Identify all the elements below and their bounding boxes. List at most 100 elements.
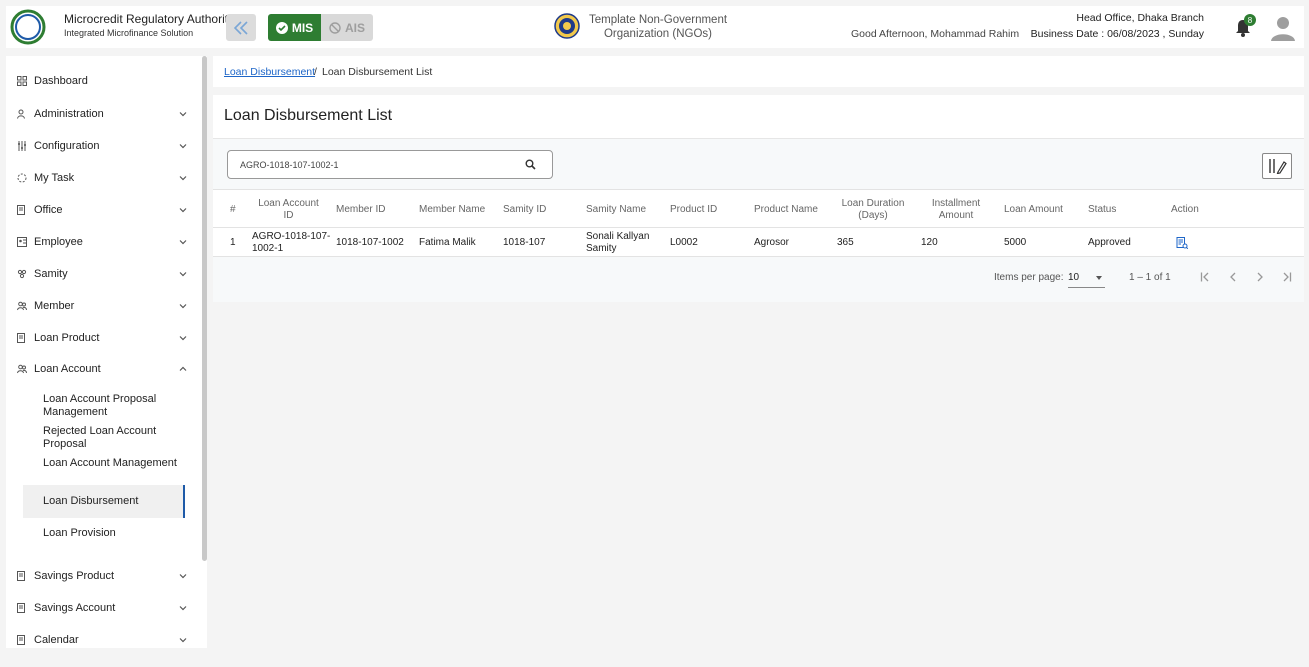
document-icon	[16, 602, 28, 614]
cell-no: 1	[230, 236, 236, 248]
column-header[interactable]: Loan Duration (Days)	[834, 190, 912, 229]
column-header[interactable]: Product ID	[670, 190, 730, 229]
breadcrumb-link-loan-disbursement[interactable]: Loan Disbursement	[224, 66, 315, 78]
column-header[interactable]: Installment Amount	[921, 190, 991, 229]
sliders-icon	[16, 140, 28, 152]
business-date: Business Date : 06/08/2023 , Sunday	[1030, 28, 1204, 40]
search-icon[interactable]	[525, 159, 536, 170]
chevron-left-icon	[1230, 272, 1236, 282]
page-range: 1 – 1 of 1	[1129, 272, 1171, 283]
ais-toggle-button[interactable]: AIS	[321, 14, 373, 41]
group-icon	[16, 268, 28, 280]
cell-installment: 120	[921, 236, 938, 248]
sidebar-item-label: Savings Product	[34, 570, 115, 582]
column-header[interactable]: Product Name	[754, 190, 826, 229]
column-header[interactable]: Loan Account ID	[253, 190, 324, 229]
org-name-line2: Organization (NGOs)	[603, 28, 712, 40]
sidebar-item-loan-product[interactable]: Loan Product	[16, 328, 188, 348]
chevron-down-icon	[179, 112, 187, 117]
paginator: Items per page: 10 1 – 1 of 1	[213, 258, 1304, 298]
column-header[interactable]: #	[230, 190, 242, 229]
people-icon	[16, 300, 28, 312]
sidebar-subitem-loan-account-management[interactable]: Loan Account Management	[43, 457, 183, 470]
chevron-down-icon	[179, 240, 187, 245]
column-header[interactable]: Member Name	[419, 190, 494, 229]
sidebar-item-configuration[interactable]: Configuration	[16, 136, 188, 156]
people-icon	[16, 363, 28, 375]
first-page-button[interactable]	[1199, 270, 1213, 284]
app-header: Microcredit Regulatory Authority Integra…	[6, 6, 1304, 48]
sidebar-item-label: Employee	[34, 236, 83, 248]
sidebar-subitem-loan-disbursement[interactable]: Loan Disbursement	[43, 495, 183, 508]
document-icon	[16, 204, 28, 216]
column-header[interactable]: Member ID	[336, 190, 406, 229]
sidebar-item-label: Configuration	[34, 140, 100, 152]
previous-page-button[interactable]	[1226, 270, 1240, 284]
sidebar-item-dashboard[interactable]: Dashboard	[16, 71, 188, 91]
document-icon	[16, 570, 28, 582]
chevron-down-icon	[179, 606, 187, 611]
cell-samity-name: Sonali Kallyan Samity	[586, 230, 650, 254]
sidebar-subitem-loan-account-proposal-management[interactable]: Loan Account Proposal Management	[43, 393, 183, 419]
sidebar-item-label: Savings Account	[34, 602, 116, 614]
sidebar-item-savings-product[interactable]: Savings Product	[16, 566, 188, 586]
collapse-sidebar-button[interactable]	[226, 14, 256, 41]
sidebar-scrollbar[interactable]	[202, 56, 207, 561]
table-header: # Loan Account ID Member ID Member Name …	[213, 189, 1304, 228]
column-header[interactable]: Loan Amount	[1004, 190, 1074, 229]
sidebar-item-loan-account[interactable]: Loan Account	[16, 359, 188, 379]
cell-samity-id: 1018-107	[503, 236, 546, 248]
card-header: Loan Disbursement List	[213, 95, 1304, 139]
cell-member-id: 1018-107-1002	[336, 236, 404, 248]
id-card-icon	[16, 236, 28, 248]
sidebar-item-label: Office	[34, 204, 63, 216]
sidebar-item-calendar[interactable]: Calendar	[16, 630, 188, 648]
chevron-down-icon	[179, 208, 187, 213]
sidebar-item-employee[interactable]: Employee	[16, 232, 188, 252]
chevron-down-icon	[179, 336, 187, 341]
sidebar-item-label: Dashboard	[34, 75, 88, 87]
sidebar-item-samity[interactable]: Samity	[16, 264, 188, 284]
branch-name: Head Office, Dhaka Branch	[1076, 12, 1204, 24]
view-details-icon[interactable]	[1176, 236, 1188, 249]
cell-member-name: Fatima Malik	[419, 236, 476, 248]
first-page-icon	[1200, 272, 1209, 282]
sidebar-subitem-rejected-loan-account-proposal[interactable]: Rejected Loan Account Proposal	[43, 425, 183, 451]
column-header[interactable]: Samity Name	[586, 190, 656, 229]
cell-loan-amount: 5000	[1004, 236, 1027, 248]
column-header[interactable]: Samity ID	[503, 190, 563, 229]
org-name-line1: Template Non-Government	[588, 14, 728, 26]
sidebar-item-savings-account[interactable]: Savings Account	[16, 598, 188, 618]
sidebar-item-administration[interactable]: Administration	[16, 104, 188, 124]
chevron-down-icon	[179, 144, 187, 149]
column-header[interactable]: Status	[1088, 190, 1138, 229]
next-page-button[interactable]	[1253, 270, 1267, 284]
chevron-right-icon	[1257, 272, 1263, 282]
user-avatar-icon[interactable]	[1270, 14, 1296, 42]
page-title: Loan Disbursement List	[224, 107, 393, 124]
sidebar-item-label: My Task	[34, 172, 75, 184]
mis-toggle-button[interactable]: MIS	[268, 14, 321, 41]
spinner-icon	[16, 172, 28, 184]
sidebar-item-label: Loan Account	[34, 363, 101, 375]
mis-label: MIS	[291, 20, 314, 35]
loan-disbursement-card: Loan Disbursement List # Loan Account ID…	[213, 95, 1304, 302]
document-icon	[16, 634, 28, 646]
cell-product-id: L0002	[670, 236, 698, 248]
sidebar-subitem-loan-provision[interactable]: Loan Provision	[43, 527, 183, 540]
last-page-button[interactable]	[1279, 270, 1293, 284]
items-per-page-select[interactable]: 10	[1068, 268, 1105, 288]
check-circle-icon	[275, 21, 288, 34]
sidebar-item-my-task[interactable]: My Task	[16, 168, 188, 188]
sidebar-item-label: Samity	[34, 268, 68, 280]
cell-duration: 365	[837, 236, 854, 248]
items-per-page-value: 10	[1068, 272, 1080, 283]
column-header: Action	[1171, 203, 1199, 215]
search-input[interactable]	[240, 157, 510, 173]
double-chevron-left-icon	[233, 20, 248, 35]
sidebar-item-office[interactable]: Office	[16, 200, 188, 220]
sidebar-item-member[interactable]: Member	[16, 296, 188, 316]
cell-product-name: Agrosor	[754, 236, 790, 248]
column-settings-button[interactable]	[1262, 153, 1292, 179]
block-icon	[329, 21, 341, 34]
